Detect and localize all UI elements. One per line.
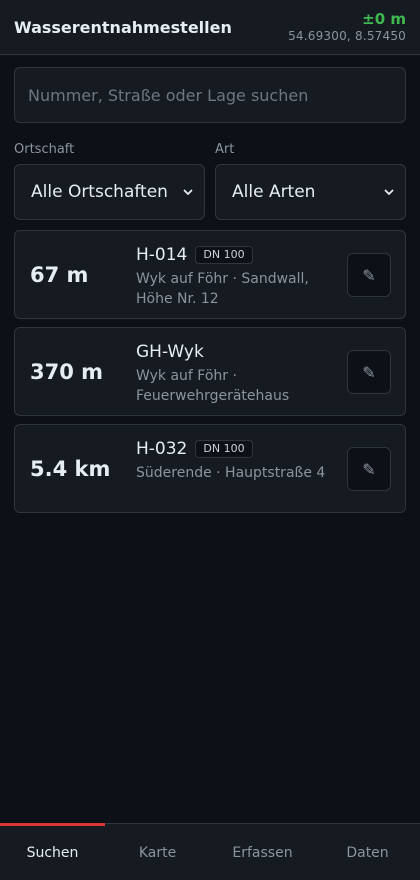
result-location: Wyk auf Föhr · Sandwall, Höhe Nr. 12	[136, 269, 341, 309]
art-filter-label: Art	[215, 142, 235, 157]
page-title: Wasserentnahmestellen	[14, 17, 232, 37]
gps-coordinates: 54.69300, 8.57450	[288, 29, 406, 43]
edit-button[interactable]: ✎	[347, 253, 391, 297]
result-location: Wyk auf Föhr · Feuerwehrgerätehaus	[136, 366, 341, 406]
result-name-row: H-014 DN 100	[136, 244, 341, 266]
art-select-value: Alle Arten	[232, 182, 316, 202]
result-distance: 67 m	[30, 262, 89, 287]
app-header: Wasserentnahmestellen ±0 m 54.69300, 8.5…	[0, 0, 420, 55]
pencil-icon: ✎	[362, 459, 376, 479]
result-distance: 5.4 km	[30, 456, 111, 481]
result-info: GH-Wyk Wyk auf Föhr · Feuerwehrgerätehau…	[136, 341, 341, 406]
chevron-down-icon	[383, 186, 395, 198]
result-name-row: H-032 DN 100	[136, 438, 341, 460]
ortschaft-select[interactable]: Alle Ortschaften	[14, 164, 205, 220]
result-name: H-032	[136, 439, 188, 459]
result-location: Süderende · Hauptstraße 4	[136, 463, 341, 483]
result-name-row: GH-Wyk	[136, 341, 341, 363]
edit-button[interactable]: ✎	[347, 447, 391, 491]
ortschaft-select-value: Alle Ortschaften	[31, 182, 168, 202]
art-select[interactable]: Alle Arten	[215, 164, 406, 220]
result-location-line: Wyk auf Föhr · Sandwall,	[136, 271, 309, 287]
pencil-icon: ✎	[362, 362, 376, 382]
result-card[interactable]: 67 m H-014 DN 100 Wyk auf Föhr · Sandwal…	[14, 230, 406, 319]
result-info: H-032 DN 100 Süderende · Hauptstraße 4	[136, 438, 341, 483]
gps-accuracy: ±0 m	[362, 10, 406, 28]
result-info: H-014 DN 100 Wyk auf Föhr · Sandwall, Hö…	[136, 244, 341, 309]
edit-button[interactable]: ✎	[347, 350, 391, 394]
tab-karte[interactable]: Karte	[105, 824, 210, 880]
search-input[interactable]	[14, 67, 406, 123]
result-card[interactable]: 370 m GH-Wyk Wyk auf Föhr · Feuerwehrger…	[14, 327, 406, 416]
tab-erfassen[interactable]: Erfassen	[210, 824, 315, 880]
result-location-line: Süderende · Hauptstraße 4	[136, 465, 326, 481]
dn-badge: DN 100	[195, 246, 253, 264]
result-location-line: Wyk auf Föhr ·	[136, 368, 237, 384]
ortschaft-filter-label: Ortschaft	[14, 142, 75, 157]
result-name: H-014	[136, 245, 188, 265]
pencil-icon: ✎	[362, 265, 376, 285]
result-card[interactable]: 5.4 km H-032 DN 100 Süderende · Hauptstr…	[14, 424, 406, 513]
result-location-line: Feuerwehrgerätehaus	[136, 388, 290, 404]
bottom-nav: Suchen Karte Erfassen Daten	[0, 823, 420, 880]
result-name: GH-Wyk	[136, 342, 204, 362]
tab-daten[interactable]: Daten	[315, 824, 420, 880]
chevron-down-icon	[182, 186, 194, 198]
gps-status: ±0 m 54.69300, 8.57450	[288, 10, 406, 44]
dn-badge: DN 100	[195, 440, 253, 458]
result-location-line: Höhe Nr. 12	[136, 291, 219, 307]
app-root: Wasserentnahmestellen ±0 m 54.69300, 8.5…	[0, 0, 420, 880]
result-distance: 370 m	[30, 359, 104, 384]
tab-suchen[interactable]: Suchen	[0, 824, 105, 880]
